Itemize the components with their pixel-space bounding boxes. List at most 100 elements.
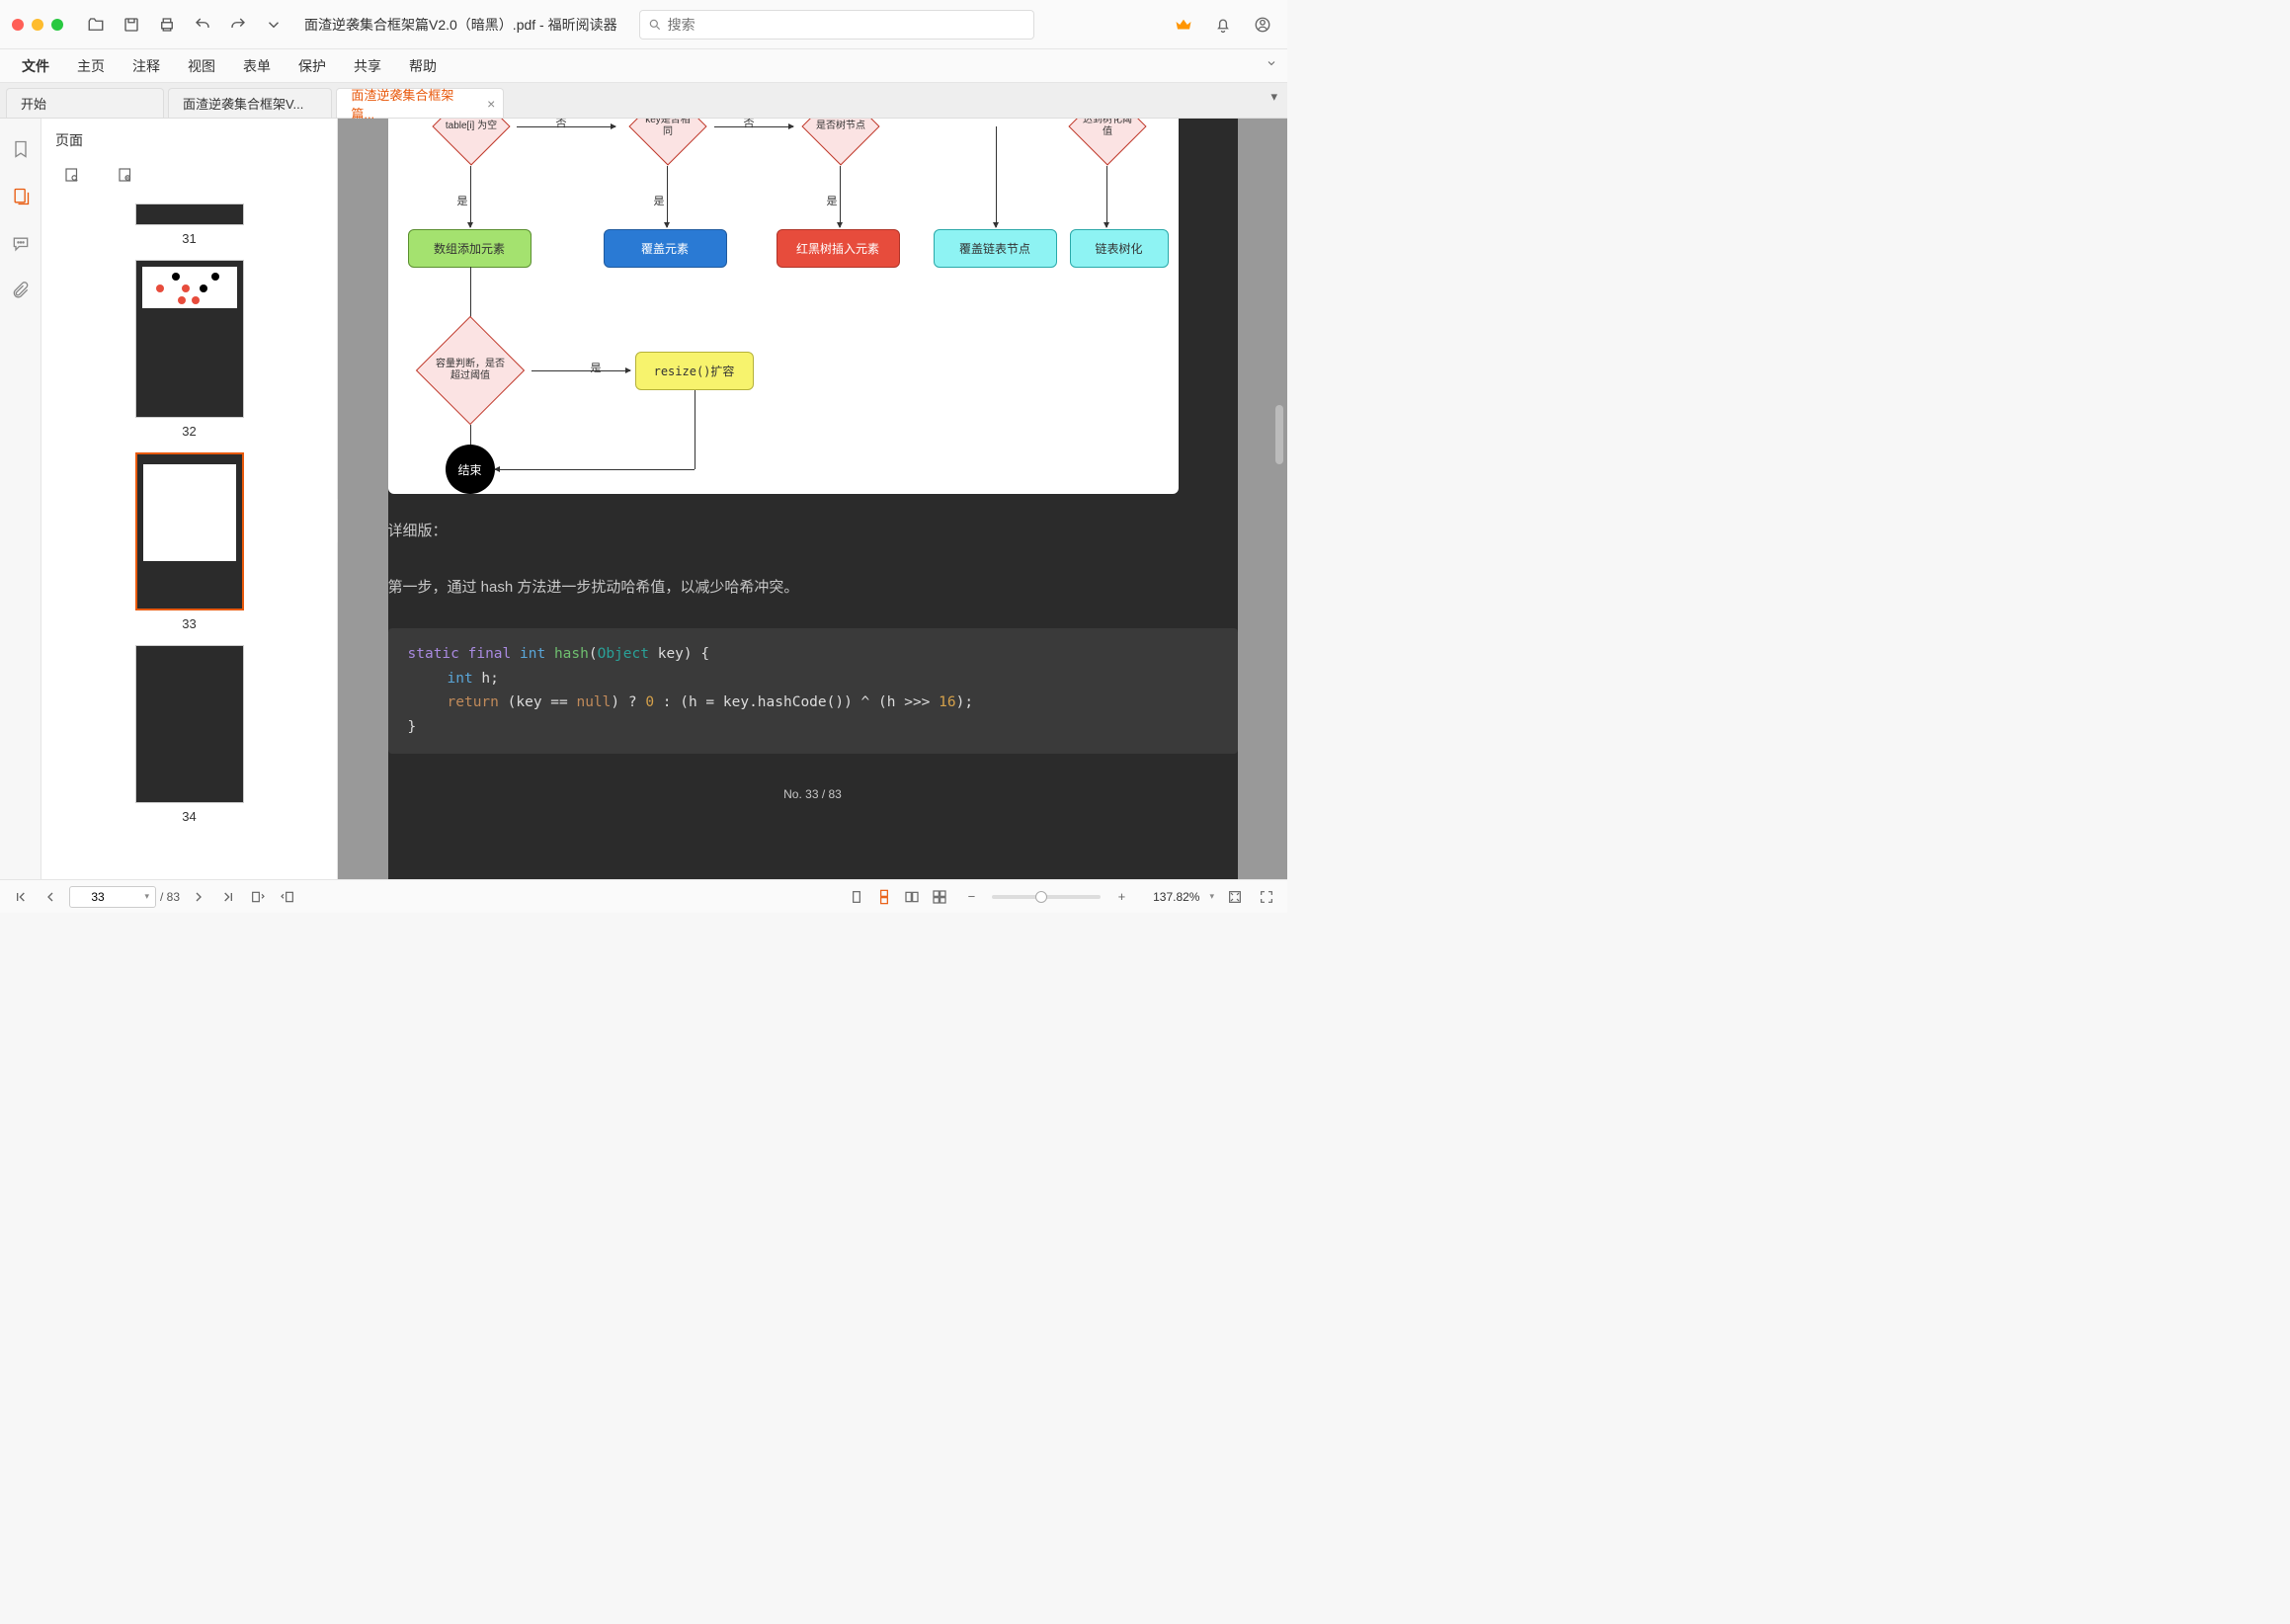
statusbar: ▾ / 83 − + 137.82% ▾	[0, 879, 1287, 913]
undo-icon[interactable]	[190, 12, 215, 38]
code-null: null	[576, 694, 611, 710]
code-key: key) {	[649, 646, 709, 662]
view-facing-cont-icon[interactable]	[929, 886, 950, 908]
page-canvas: table[i] 为空 key是否相同 是否树节点 达到树化阈值 否 否 是 是…	[388, 119, 1238, 879]
menu-help[interactable]: 帮助	[397, 52, 449, 80]
fc-d-cap1: 容量判断，是否	[436, 359, 505, 369]
menu-file[interactable]: 文件	[10, 52, 61, 80]
thumbnail-32[interactable]: 32	[41, 260, 337, 439]
page-input-box[interactable]: ▾	[69, 886, 156, 908]
zoom-caret-icon[interactable]: ▾	[1209, 891, 1214, 902]
comments-icon[interactable]	[8, 231, 34, 257]
search-box[interactable]	[639, 10, 1034, 40]
doc-text-step1: 第一步，通过 hash 方法进一步扰动哈希值，以减少哈希冲突。	[388, 544, 1238, 601]
reflow-icon[interactable]	[247, 886, 269, 908]
attachments-icon[interactable]	[8, 279, 34, 304]
page-input[interactable]	[76, 890, 120, 904]
menu-share[interactable]: 共享	[342, 52, 393, 80]
menu-home[interactable]: 主页	[65, 52, 117, 80]
tab-start[interactable]: 开始	[6, 88, 164, 118]
search-input[interactable]	[668, 17, 1025, 33]
code-h: h;	[473, 671, 499, 687]
panel-title: 页面	[41, 119, 337, 158]
fc-box-coverlist: 覆盖链表节点	[934, 229, 1057, 268]
code-return: return	[448, 694, 499, 710]
zoom-out-icon[interactable]: −	[960, 886, 982, 908]
thumb-33-label: 33	[182, 616, 196, 631]
tabsbar: 开始 面渣逆袭集合框架V... 面渣逆袭集合框架篇...× ▾	[0, 83, 1287, 119]
tab-start-label: 开始	[21, 94, 46, 113]
search-icon	[648, 18, 662, 32]
view-modes	[846, 886, 950, 908]
view-single-icon[interactable]	[846, 886, 867, 908]
window-controls	[12, 19, 63, 31]
prev-page-icon[interactable]	[40, 886, 61, 908]
menu-form[interactable]: 表单	[231, 52, 283, 80]
bookmark-icon[interactable]	[8, 136, 34, 162]
next-page-icon[interactable]	[188, 886, 209, 908]
print-icon[interactable]	[154, 12, 180, 38]
fc-diamond-threshold: 达到树化阈值	[1081, 119, 1134, 138]
code-int1: int	[520, 646, 545, 662]
zoom-slider[interactable]	[992, 895, 1101, 899]
zoom-value: 137.82%	[1142, 890, 1199, 904]
save-icon[interactable]	[119, 12, 144, 38]
menu-protect[interactable]: 保护	[286, 52, 338, 80]
thumb-31-label: 31	[182, 231, 196, 246]
fc-yes2: 是	[654, 193, 665, 208]
redo-icon[interactable]	[225, 12, 251, 38]
titlebar: 面渣逆袭集合框架篇V2.0（暗黑）.pdf - 福昕阅读器	[0, 0, 1287, 49]
menu-view[interactable]: 视图	[176, 52, 227, 80]
code-zero: 0	[645, 694, 654, 710]
fc-diamond-tree: 是否树节点	[814, 121, 867, 132]
reflow2-icon[interactable]	[277, 886, 298, 908]
fit-page-icon[interactable]	[1224, 886, 1246, 908]
fullscreen-icon[interactable]	[1256, 886, 1277, 908]
close-tab-icon[interactable]: ×	[487, 96, 495, 112]
code-sixteen: 16	[939, 694, 955, 710]
bell-icon[interactable]	[1210, 12, 1236, 38]
last-page-icon[interactable]	[217, 886, 239, 908]
fc-yes-cap: 是	[591, 360, 602, 375]
page-total: / 83	[160, 890, 180, 904]
maximize-window-button[interactable]	[51, 19, 63, 31]
scrollbar[interactable]	[1275, 119, 1283, 879]
close-window-button[interactable]	[12, 19, 24, 31]
page-input-caret-icon[interactable]: ▾	[144, 891, 149, 902]
user-icon[interactable]	[1250, 12, 1275, 38]
zoom-in-icon[interactable]: +	[1110, 886, 1132, 908]
code-int2: int	[448, 671, 473, 687]
thumb-34-label: 34	[182, 809, 196, 824]
pages-icon[interactable]	[8, 184, 34, 209]
tabs-dropdown-icon[interactable]: ▾	[1270, 89, 1277, 105]
crown-icon[interactable]	[1171, 12, 1196, 38]
tab-doc1[interactable]: 面渣逆袭集合框架V...	[168, 88, 332, 118]
fc-no2: 否	[744, 119, 755, 130]
code-sf: static final	[408, 646, 512, 662]
view-continuous-icon[interactable]	[873, 886, 895, 908]
minimize-window-button[interactable]	[32, 19, 43, 31]
open-file-icon[interactable]	[83, 12, 109, 38]
thumbnail-33[interactable]: 33	[41, 452, 337, 631]
window-title: 面渣逆袭集合框架篇V2.0（暗黑）.pdf - 福昕阅读器	[304, 15, 617, 35]
view-facing-icon[interactable]	[901, 886, 923, 908]
fc-box-add: 数组添加元素	[408, 229, 532, 268]
menu-annotate[interactable]: 注释	[121, 52, 172, 80]
thumb-tool2-icon[interactable]	[113, 162, 138, 188]
tab-doc2-label: 面渣逆袭集合框架篇...	[351, 85, 475, 122]
more-dropdown-icon[interactable]	[261, 12, 286, 38]
fc-d-cap2: 超过阈值	[450, 370, 490, 381]
fc-diamond-key: key是否相同	[641, 119, 695, 138]
thumbnail-31[interactable]: 31	[41, 203, 337, 246]
page-view[interactable]: table[i] 为空 key是否相同 是否树节点 达到树化阈值 否 否 是 是…	[338, 119, 1287, 879]
code-block: static final int hash(Object key) { int …	[388, 628, 1238, 754]
tab-doc2[interactable]: 面渣逆袭集合框架篇...×	[336, 88, 504, 118]
fc-no1: 否	[556, 119, 567, 130]
menu-collapse-icon[interactable]	[1266, 57, 1277, 72]
thumbnail-34[interactable]: 34	[41, 645, 337, 824]
code-hash: hash	[554, 646, 589, 662]
main: 页面 31	[0, 119, 1287, 879]
fc-box-cover: 覆盖元素	[604, 229, 727, 268]
first-page-icon[interactable]	[10, 886, 32, 908]
thumb-tool1-icon[interactable]	[59, 162, 85, 188]
